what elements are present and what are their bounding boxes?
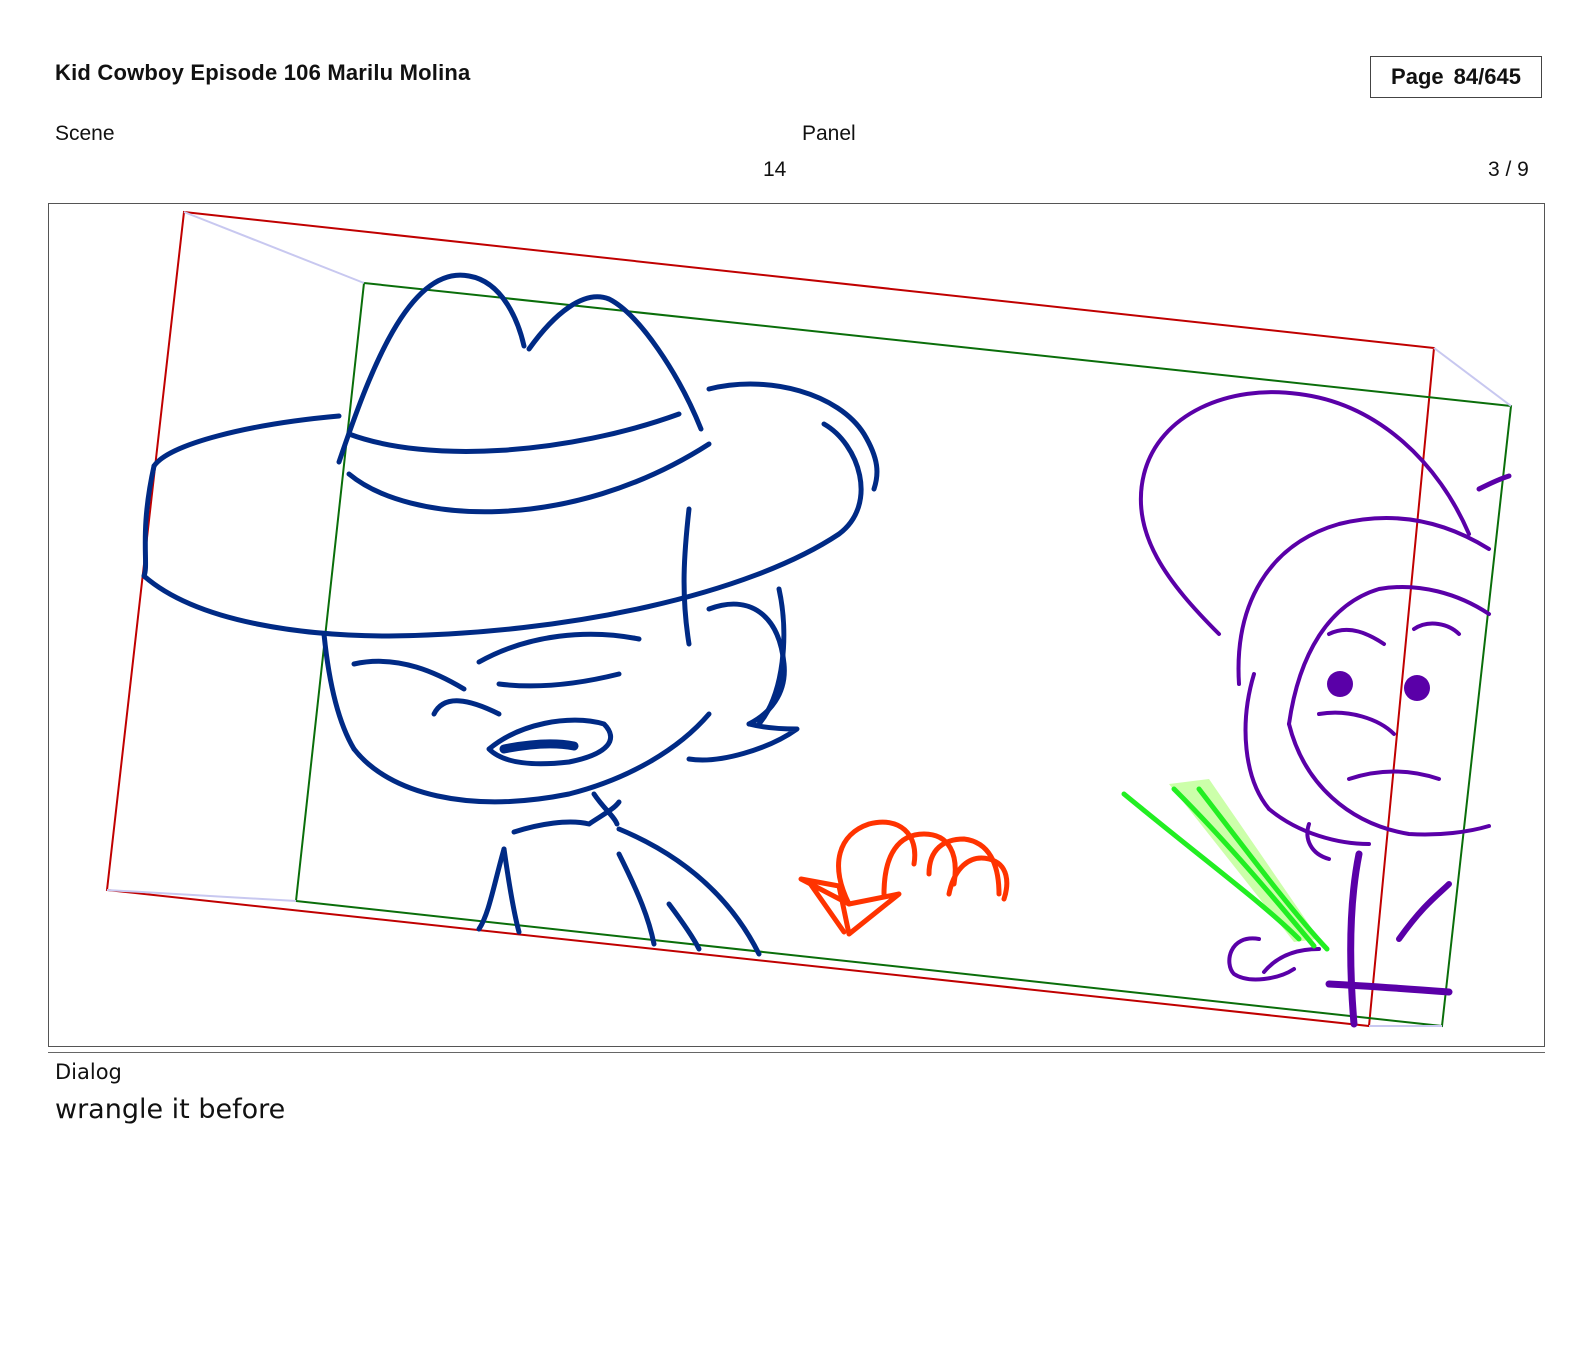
camera-frame-inner bbox=[294, 281, 1513, 1028]
motion-lines bbox=[1121, 779, 1330, 952]
eye-left bbox=[1327, 671, 1353, 697]
scene-number: 14 bbox=[763, 158, 787, 181]
dialog-label: Dialog bbox=[55, 1060, 122, 1084]
panel-label: Panel bbox=[802, 122, 856, 145]
document-title: Kid Cowboy Episode 106 Marilu Molina bbox=[55, 60, 471, 85]
dialog-text: wrangle it before bbox=[55, 1094, 286, 1125]
storyboard-panel bbox=[48, 203, 1545, 1047]
page-label: Page bbox=[1391, 64, 1444, 89]
storyboard-sketch bbox=[105, 210, 1513, 1028]
eye-right bbox=[1404, 675, 1430, 701]
scene-label: Scene bbox=[55, 122, 115, 145]
panel-number: 3 / 9 bbox=[1488, 158, 1529, 181]
page-indicator: Page 84/645 bbox=[1370, 56, 1542, 98]
kid-cowboy-sketch bbox=[141, 272, 880, 957]
page-number: 84/645 bbox=[1453, 64, 1521, 89]
divider bbox=[48, 1052, 1545, 1053]
motion-arrow bbox=[798, 819, 1010, 937]
